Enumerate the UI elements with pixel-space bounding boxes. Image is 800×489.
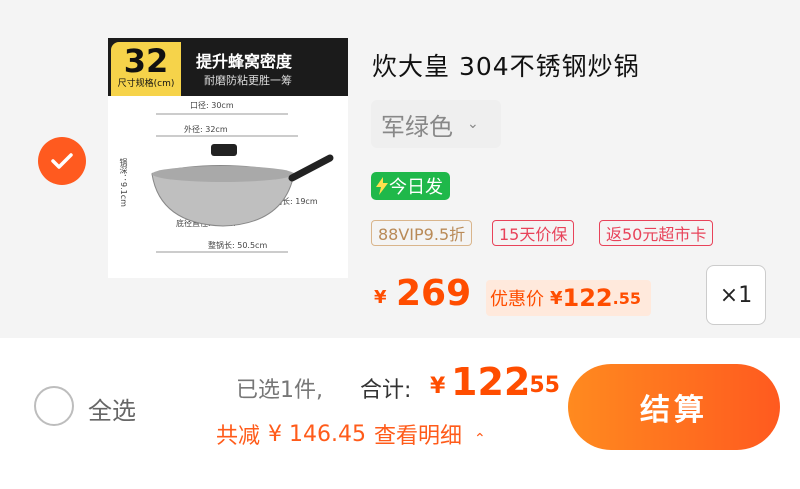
promo-price: 优惠价 ¥ 122 .55 — [486, 280, 651, 316]
ship-today-label: 今日发 — [389, 177, 443, 198]
saved-label: 共减 — [216, 424, 261, 449]
view-detail-label: 查看明细 — [373, 424, 462, 449]
tag-price-protect: 15天价保 — [492, 220, 575, 246]
selected-count: 已选1件, — [236, 378, 323, 403]
total-label: 合计: — [360, 378, 412, 403]
ship-today-badge: 今日发 — [371, 172, 450, 200]
price-currency: ¥ — [374, 287, 387, 308]
chevron-down-icon: ⌄ — [467, 116, 479, 132]
variant-label: 军绿色 — [381, 112, 453, 141]
cart-item-card: 32 尺寸规格(cm) 提升蜂窝密度 耐磨防粘更胜一筹 口径: 30cm 外径:… — [0, 0, 800, 338]
checkout-bar: 全选 已选1件, 合计: ¥ 122 .55 共减 ¥ 146.45 查看明细 ⌃… — [0, 338, 800, 489]
checkmark-icon — [51, 153, 73, 169]
view-detail-link[interactable]: 查看明细 ⌃ — [374, 418, 494, 450]
quantity-button[interactable]: ×1 — [706, 265, 766, 325]
savings-row: 共减 ¥ 146.45 查看明细 ⌃ — [216, 418, 502, 450]
chevron-up-icon: ⌃ — [474, 431, 486, 447]
wok-illustration — [151, 113, 334, 253]
saved-amount: ¥ 146.45 — [268, 421, 366, 447]
checkout-button[interactable]: 结算 — [568, 364, 780, 450]
promo-label: 优惠价 — [490, 289, 544, 310]
price-value: 269 — [396, 273, 472, 314]
tag-supermarket-card: 返50元超市卡 — [599, 220, 714, 246]
promo-integer: 122 — [562, 284, 613, 312]
select-all-checkbox[interactable] — [34, 386, 74, 426]
select-all-label[interactable]: 全选 — [88, 391, 136, 426]
promo-currency: ¥ — [550, 287, 563, 309]
promo-decimal: .55 — [612, 288, 641, 308]
total-integer: 122 — [451, 360, 531, 404]
total-currency: ¥ — [430, 374, 446, 399]
lightning-icon — [376, 177, 388, 195]
product-image[interactable]: 32 尺寸规格(cm) 提升蜂窝密度 耐磨防粘更胜一筹 口径: 30cm 外径:… — [108, 38, 348, 278]
variant-selector[interactable]: 军绿色 ⌄ — [371, 100, 501, 148]
total-decimal: .55 — [521, 373, 560, 398]
tag-vip-discount: 88VIP9.5折 — [371, 220, 473, 246]
product-title[interactable]: 炊大皇 304不锈钢炒锅 — [372, 47, 640, 83]
item-checkbox[interactable] — [38, 137, 86, 185]
